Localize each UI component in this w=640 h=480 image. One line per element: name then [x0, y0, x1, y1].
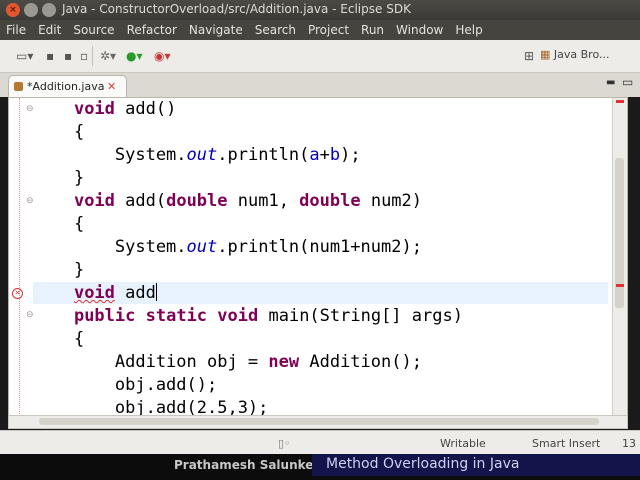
debug-icon[interactable]: ✲▾: [100, 49, 116, 63]
editor-tab-bar: *Addition.java ✕ ▬ ▭: [0, 73, 640, 98]
window-close-button[interactable]: ×: [6, 3, 20, 17]
code-line: {: [33, 122, 85, 142]
tab-label: *Addition.java: [27, 80, 105, 93]
maximize-view-icon[interactable]: ▭: [622, 75, 633, 89]
code-line: }: [33, 168, 85, 188]
menu-search[interactable]: Search: [249, 23, 302, 37]
error-overview-marker[interactable]: [616, 284, 624, 287]
title-bar: × Java - ConstructorOverload/src/Additio…: [0, 0, 640, 20]
menu-run[interactable]: Run: [355, 23, 390, 37]
window-title: Java - ConstructorOverload/src/Addition.…: [62, 2, 411, 16]
code-line: void add(double num1, double num2): [73, 191, 423, 211]
code-editor[interactable]: ⊖ ⊖ ⊖ ✕ void add() { System.out.println(…: [8, 97, 628, 417]
caption-title: Method Overloading in Java: [326, 456, 520, 472]
menu-help[interactable]: Help: [449, 23, 488, 37]
vertical-scrollbar[interactable]: [612, 98, 627, 416]
tab-addition-java[interactable]: *Addition.java ✕: [8, 75, 127, 98]
scroll-thumb[interactable]: [39, 418, 599, 425]
minimize-view-icon[interactable]: ▬: [606, 77, 615, 88]
menu-window[interactable]: Window: [390, 23, 449, 37]
toolbar: ▭▾ ▪ ▪ ▫ ✲▾ ●▾ ◉▾ ⊞ ▦ Java Bro...: [0, 40, 640, 73]
error-icon[interactable]: ✕: [12, 288, 23, 299]
error-overview-marker[interactable]: [616, 100, 624, 103]
menu-edit[interactable]: Edit: [32, 23, 67, 37]
code-line: {: [33, 329, 85, 349]
menu-source[interactable]: Source: [67, 23, 120, 37]
code-line: obj.add();: [33, 375, 218, 395]
text-cursor: [155, 283, 157, 301]
print-icon[interactable]: ▫: [80, 49, 88, 63]
status-writable: Writable: [440, 437, 486, 450]
caption-title-box: Method Overloading in Java: [312, 454, 640, 476]
new-icon[interactable]: ▭▾: [16, 49, 33, 63]
code-text[interactable]: void add() { System.out.println(a+b); } …: [33, 98, 463, 417]
save-icon[interactable]: ▪: [46, 49, 54, 63]
menu-project[interactable]: Project: [302, 23, 355, 37]
code-line: public static void main(String[] args): [73, 306, 463, 326]
java-file-icon: [14, 82, 23, 91]
status-bar: ▯◦ Writable Smart Insert 13: [0, 430, 640, 455]
save-all-icon[interactable]: ▪: [64, 49, 72, 63]
run-icon[interactable]: ●▾: [126, 49, 143, 63]
perspective-label: Java Bro...: [553, 48, 610, 61]
code-line: obj.add(2.5,3);: [33, 398, 269, 417]
status-insert-mode: Smart Insert: [532, 437, 601, 450]
menu-bar: File Edit Source Refactor Navigate Searc…: [0, 20, 640, 40]
code-line: System.out.println(num1+num2);: [33, 237, 422, 257]
code-line: }: [33, 260, 85, 280]
code-line: void add(): [73, 99, 177, 119]
code-line: {: [33, 214, 85, 234]
annotation-ruler: [9, 98, 20, 416]
horizontal-scrollbar[interactable]: [8, 415, 628, 429]
window-maximize-button[interactable]: [42, 3, 56, 17]
status-position: 13: [622, 437, 636, 450]
menu-file[interactable]: File: [0, 23, 32, 37]
perspective-icon: ▦: [540, 48, 551, 61]
menu-refactor[interactable]: Refactor: [121, 23, 183, 37]
code-line: Addition obj = new Addition();: [33, 352, 422, 372]
status-icon: ▯◦: [278, 437, 291, 450]
code-line: void add: [73, 283, 157, 303]
window-minimize-button[interactable]: [24, 3, 38, 17]
video-caption-bar: Prathamesh Salunke Method Overloading in…: [0, 454, 640, 480]
java-browsing-perspective-button[interactable]: ▦ Java Bro...: [540, 48, 610, 61]
code-line: System.out.println(a+b);: [33, 145, 361, 165]
open-perspective-icon[interactable]: ⊞: [524, 49, 534, 63]
caption-author: Prathamesh Salunke: [174, 458, 314, 472]
tab-close-icon[interactable]: ✕: [107, 76, 116, 98]
external-tools-icon[interactable]: ◉▾: [154, 49, 171, 63]
menu-navigate[interactable]: Navigate: [183, 23, 249, 37]
